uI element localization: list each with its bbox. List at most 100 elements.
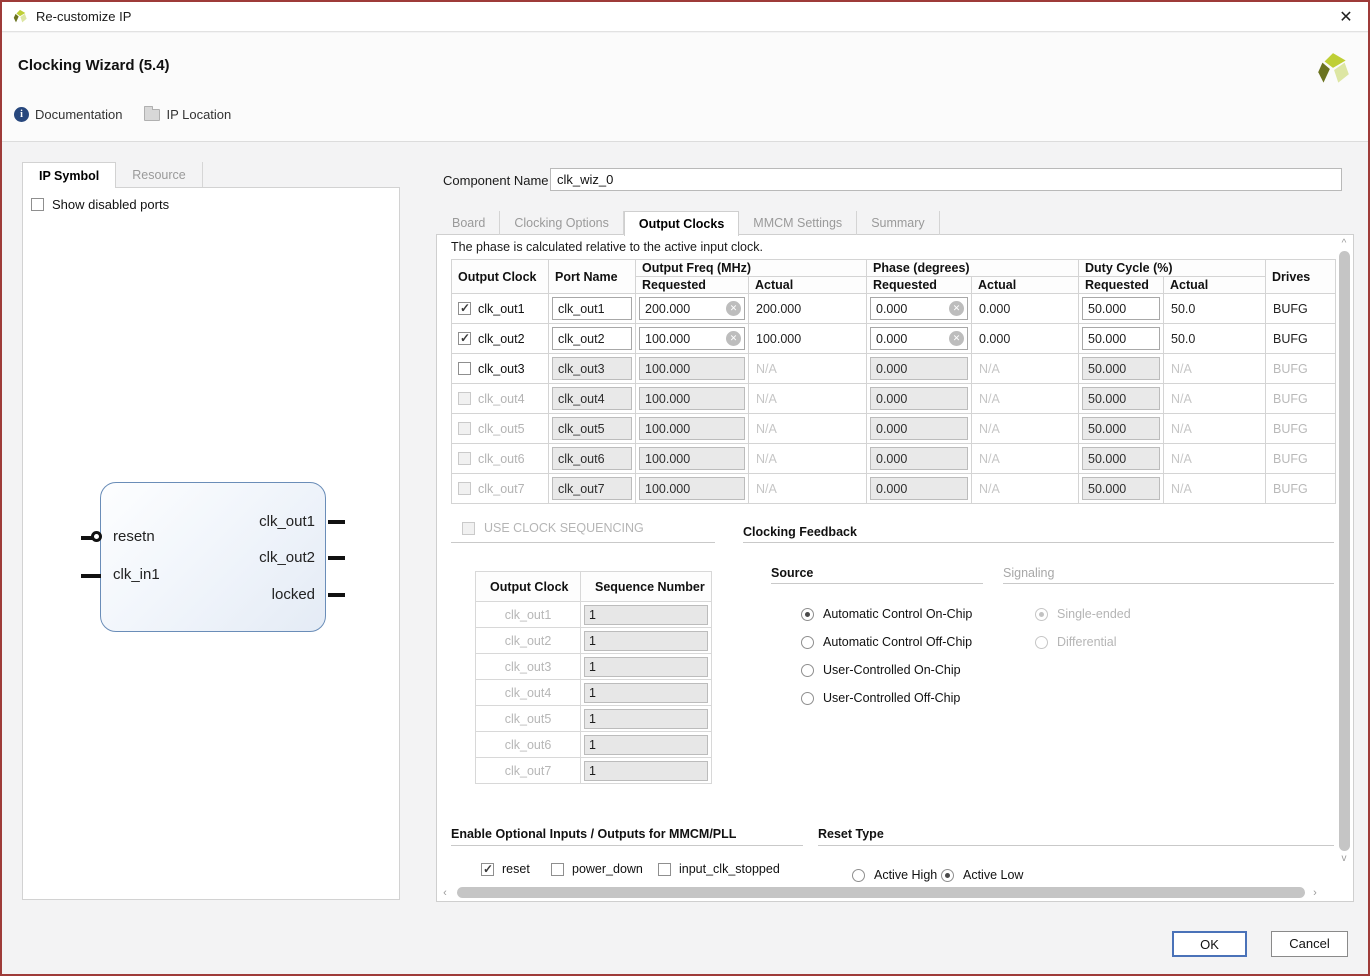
phase-requested-field[interactable]: 0.000✕ bbox=[870, 297, 968, 320]
sequence-number-field: 1 bbox=[584, 735, 708, 755]
duty-actual-value: N/A bbox=[1164, 452, 1192, 466]
radio-automatic-control-off-chip[interactable]: Automatic Control Off-Chip bbox=[801, 635, 972, 649]
radio-icon bbox=[801, 608, 814, 621]
clk-out7-enable-checkbox bbox=[458, 482, 471, 495]
table-row: clk_out6 clk_out6 100.000 N/A 0.000 N/A … bbox=[452, 444, 1336, 474]
vertical-scrollbar[interactable]: ^ v bbox=[1336, 238, 1352, 885]
output-clock-label: clk_out7 bbox=[478, 482, 525, 496]
phase-actual-value: N/A bbox=[972, 482, 1000, 496]
scroll-up-icon[interactable]: ^ bbox=[1342, 238, 1347, 249]
tab-ip-symbol[interactable]: IP Symbol bbox=[22, 162, 116, 188]
close-icon[interactable]: ✕ bbox=[1334, 7, 1358, 27]
reset-checkbox-row[interactable]: reset bbox=[481, 862, 530, 876]
phase-requested-field: 0.000 bbox=[870, 357, 968, 380]
phase-requested-field: 0.000 bbox=[870, 387, 968, 410]
table-row: clk_out1 clk_out1 200.000✕ 200.000 0.000… bbox=[452, 294, 1336, 324]
col-port-name: Port Name bbox=[549, 260, 636, 294]
duty-actual-value: 50.0 bbox=[1164, 302, 1195, 316]
clk-out1-enable-checkbox[interactable] bbox=[458, 302, 471, 315]
tab-output-clocks[interactable]: Output Clocks bbox=[624, 211, 739, 236]
radio-user-controlled-off-chip[interactable]: User-Controlled Off-Chip bbox=[801, 691, 960, 705]
phase-note: The phase is calculated relative to the … bbox=[451, 240, 763, 254]
duty-actual-value: N/A bbox=[1164, 482, 1192, 496]
use-clock-sequencing-row: USE CLOCK SEQUENCING bbox=[462, 521, 644, 535]
window-title: Re-customize IP bbox=[36, 9, 131, 24]
clear-icon[interactable]: ✕ bbox=[726, 301, 741, 316]
freq-requested-field[interactable]: 200.000✕ bbox=[639, 297, 745, 320]
input-clk-stopped-checkbox-row[interactable]: input_clk_stopped bbox=[658, 862, 780, 876]
left-tab-bar: IP Symbol Resource bbox=[22, 162, 400, 188]
show-disabled-ports-checkbox[interactable] bbox=[31, 198, 44, 211]
horizontal-scroll-thumb[interactable] bbox=[457, 887, 1305, 898]
sequence-number-field: 1 bbox=[584, 605, 708, 625]
page-title: Clocking Wizard (5.4) bbox=[18, 57, 170, 74]
vertical-scroll-thumb[interactable] bbox=[1339, 251, 1350, 851]
freq-actual-value: N/A bbox=[749, 452, 777, 466]
clk-out2-enable-checkbox[interactable] bbox=[458, 332, 471, 345]
component-name-input[interactable]: clk_wiz_0 bbox=[550, 168, 1342, 191]
tab-summary[interactable]: Summary bbox=[857, 211, 939, 235]
drives-value: BUFG bbox=[1266, 452, 1308, 466]
xilinx-logo bbox=[1314, 51, 1352, 89]
sequence-number-field: 1 bbox=[584, 761, 708, 781]
clear-icon[interactable]: ✕ bbox=[949, 301, 964, 316]
clk-out3-enable-checkbox[interactable] bbox=[458, 362, 471, 375]
freq-actual-value: N/A bbox=[749, 392, 777, 406]
radio-active-high[interactable]: Active High bbox=[852, 868, 937, 882]
tab-mmcm-settings[interactable]: MMCM Settings bbox=[739, 211, 857, 235]
radio-icon bbox=[1035, 608, 1048, 621]
duty-requested-field[interactable]: 50.000 bbox=[1082, 327, 1160, 350]
port-name-field[interactable]: clk_out2 bbox=[552, 327, 632, 350]
reset-checkbox[interactable] bbox=[481, 863, 494, 876]
power-down-checkbox[interactable] bbox=[551, 863, 564, 876]
drives-value: BUFG bbox=[1266, 422, 1308, 436]
scroll-left-icon[interactable]: ‹ bbox=[439, 887, 451, 899]
cancel-button[interactable]: Cancel bbox=[1271, 931, 1348, 957]
duty-requested-field: 50.000 bbox=[1082, 357, 1160, 380]
sequence-number-field: 1 bbox=[584, 709, 708, 729]
col-duty-requested: Requested bbox=[1079, 277, 1164, 294]
table-row: clk_out11 bbox=[476, 602, 712, 628]
ip-symbol-panel: IP Symbol Resource Show disabled ports r… bbox=[22, 162, 400, 900]
clear-icon[interactable]: ✕ bbox=[949, 331, 964, 346]
clk-in1-pin-stub bbox=[81, 574, 101, 578]
power-down-checkbox-row[interactable]: power_down bbox=[551, 862, 643, 876]
optional-io-title: Enable Optional Inputs / Outputs for MMC… bbox=[451, 827, 736, 841]
port-name-field[interactable]: clk_out1 bbox=[552, 297, 632, 320]
freq-requested-field[interactable]: 100.000✕ bbox=[639, 327, 745, 350]
radio-icon bbox=[852, 869, 865, 882]
port-name-field: clk_out3 bbox=[552, 357, 632, 380]
app-logo-icon bbox=[12, 9, 28, 25]
scroll-down-icon[interactable]: v bbox=[1342, 853, 1347, 864]
tab-board[interactable]: Board bbox=[438, 211, 500, 235]
radio-active-low[interactable]: Active Low bbox=[941, 868, 1023, 882]
output-clocks-table: Output Clock Port Name Output Freq (MHz)… bbox=[451, 259, 1336, 504]
port-name-field: clk_out6 bbox=[552, 447, 632, 470]
output-clock-label: clk_out4 bbox=[478, 392, 525, 406]
scroll-right-icon[interactable]: › bbox=[1309, 887, 1321, 899]
tab-resource[interactable]: Resource bbox=[116, 162, 203, 188]
phase-requested-field[interactable]: 0.000✕ bbox=[870, 327, 968, 350]
col-sequence-number: Sequence Number bbox=[581, 572, 712, 602]
duty-actual-value: N/A bbox=[1164, 362, 1192, 376]
radio-automatic-control-on-chip[interactable]: Automatic Control On-Chip bbox=[801, 607, 972, 621]
use-clock-sequencing-checkbox bbox=[462, 522, 475, 535]
divider bbox=[451, 542, 715, 543]
radio-user-controlled-on-chip[interactable]: User-Controlled On-Chip bbox=[801, 663, 961, 677]
table-row: clk_out41 bbox=[476, 680, 712, 706]
port-name-field: clk_out7 bbox=[552, 477, 632, 500]
header-links: i Documentation IP Location bbox=[14, 107, 231, 122]
phase-requested-field: 0.000 bbox=[870, 477, 968, 500]
col-phase: Phase (degrees) bbox=[867, 260, 1079, 277]
col-phase-actual: Actual bbox=[972, 277, 1079, 294]
input-clk-stopped-checkbox[interactable] bbox=[658, 863, 671, 876]
ip-location-link[interactable]: IP Location bbox=[144, 107, 231, 122]
phase-requested-field: 0.000 bbox=[870, 417, 968, 440]
tab-clocking-options[interactable]: Clocking Options bbox=[500, 211, 624, 235]
clear-icon[interactable]: ✕ bbox=[726, 331, 741, 346]
duty-requested-field[interactable]: 50.000 bbox=[1082, 297, 1160, 320]
ok-button[interactable]: OK bbox=[1172, 931, 1247, 957]
documentation-link[interactable]: i Documentation bbox=[14, 107, 122, 122]
drives-value: BUFG bbox=[1266, 332, 1308, 346]
horizontal-scrollbar[interactable]: ‹ › bbox=[439, 885, 1352, 900]
